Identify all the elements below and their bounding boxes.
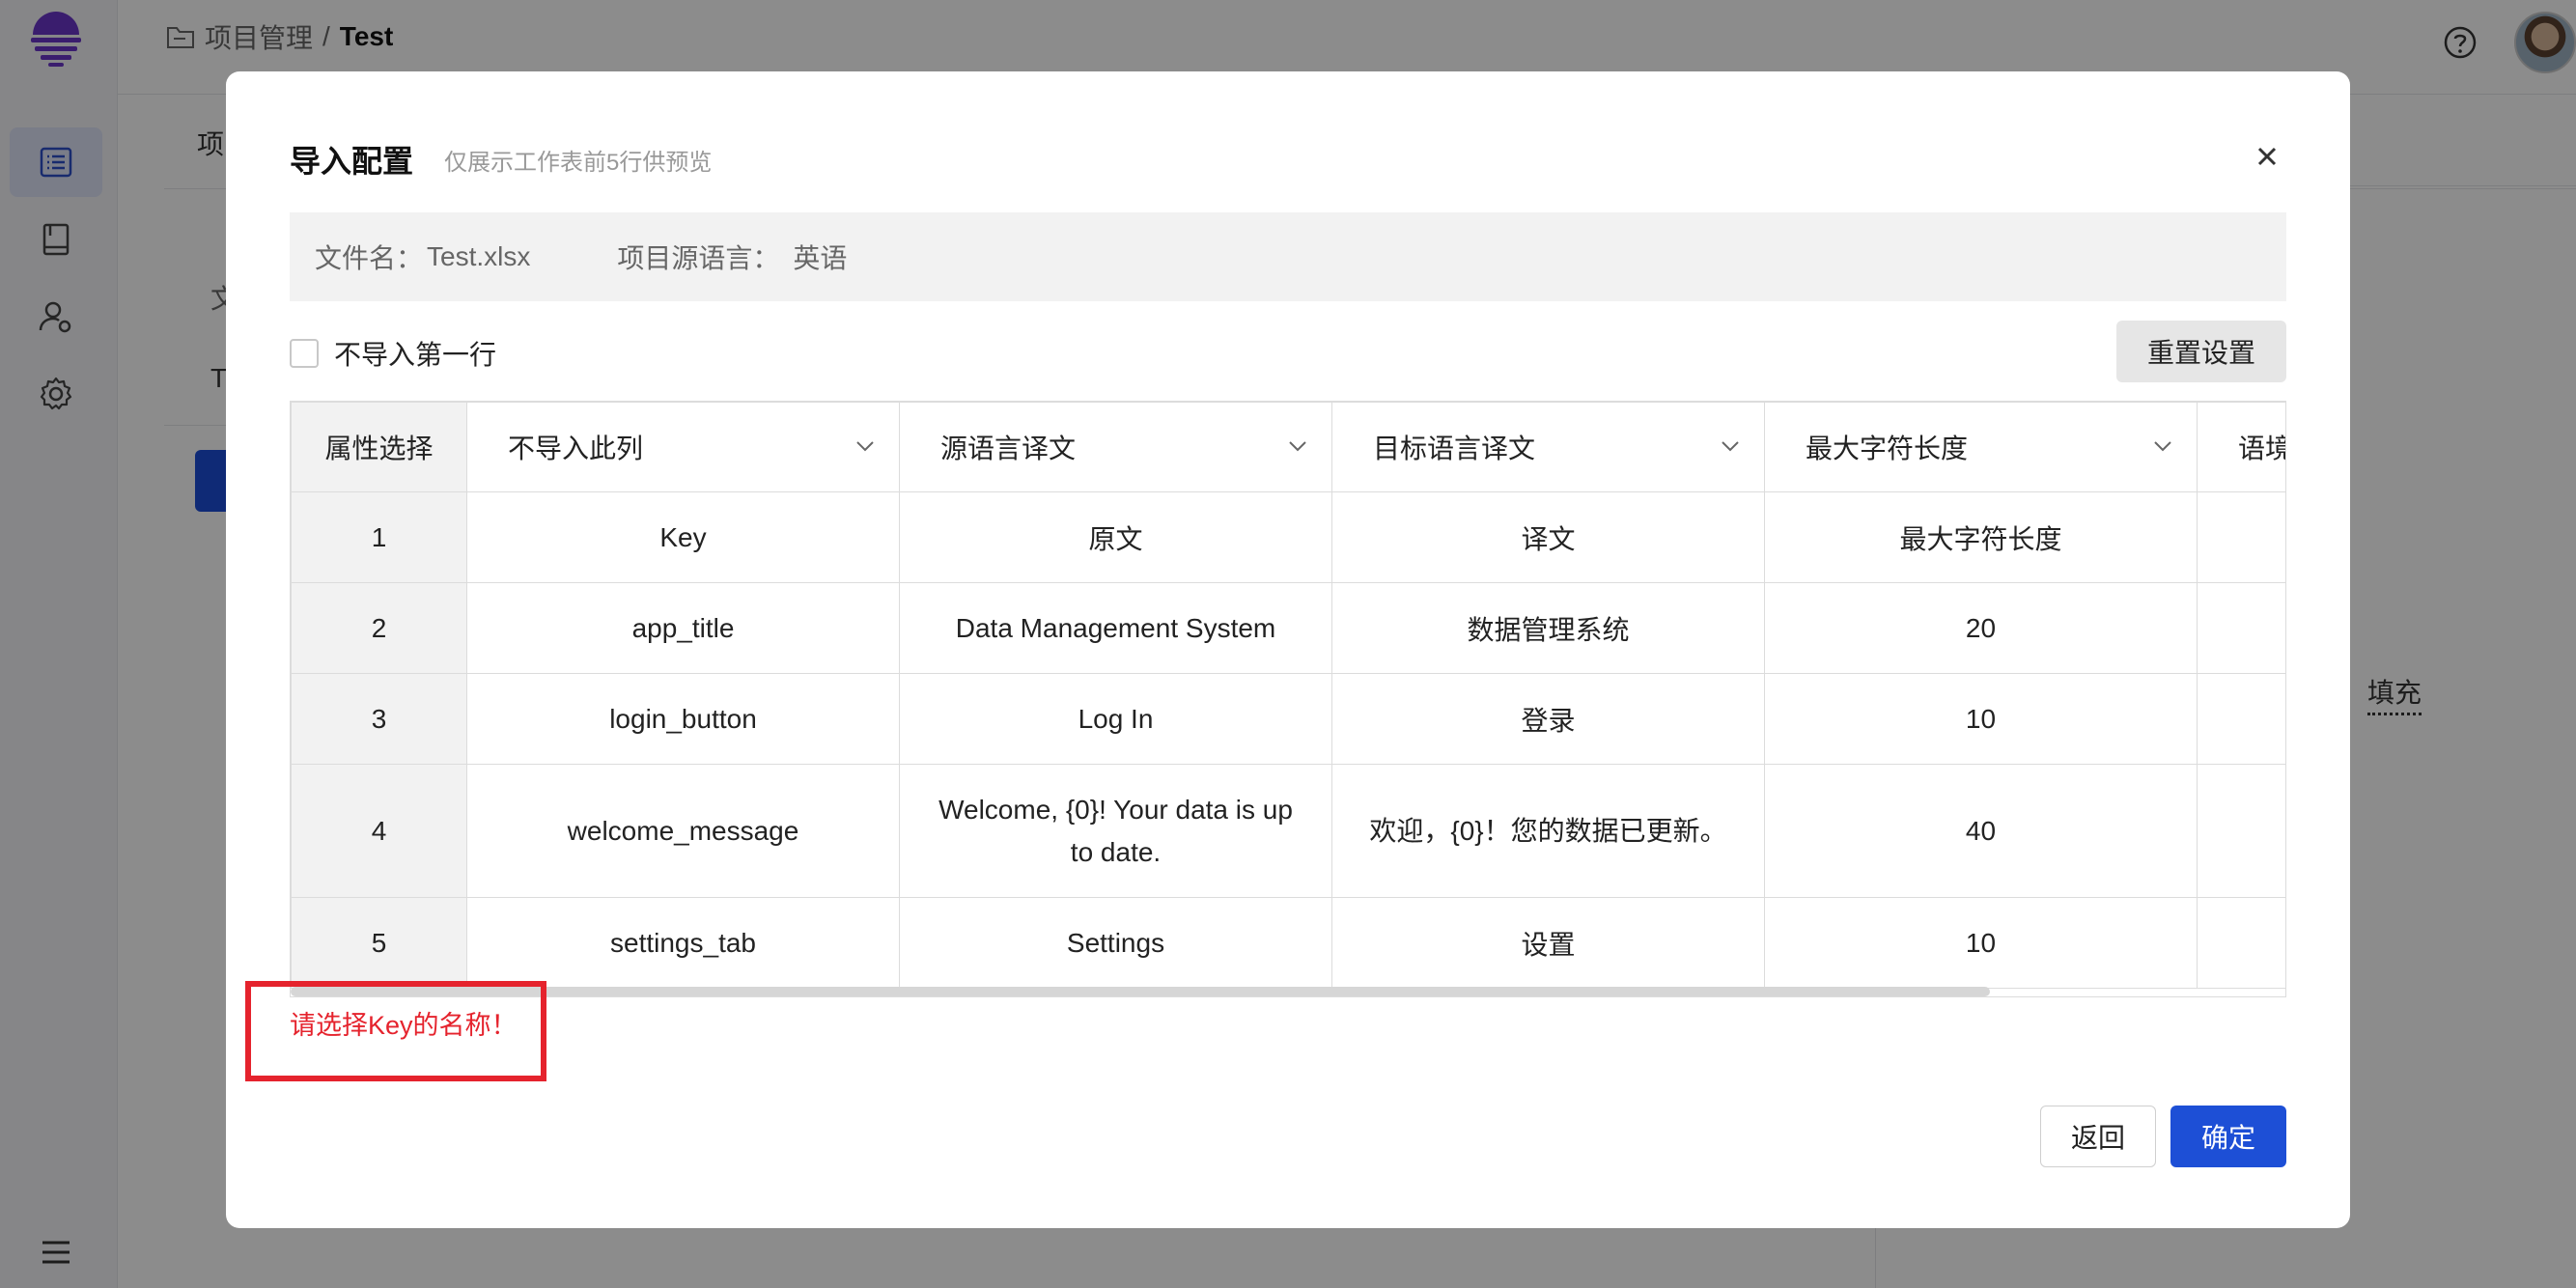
table-cell: 原文: [899, 491, 1332, 583]
source-language-label: 项目源语言：: [617, 243, 780, 273]
column-select-4[interactable]: 最大字符长度: [1764, 402, 2198, 492]
confirm-button[interactable]: 确定: [2170, 1106, 2286, 1167]
column-select-5[interactable]: 语境: [2197, 402, 2285, 492]
skip-first-row-checkbox[interactable]: [290, 339, 319, 368]
table-cell: 40: [1764, 764, 2198, 898]
file-name-label: 文件名：: [315, 243, 424, 273]
chevron-down-icon: [1289, 441, 1306, 452]
file-info-bar: 文件名： Test.xlsx 项目源语言： 英语: [290, 212, 2286, 301]
close-icon[interactable]: [2252, 141, 2282, 172]
table-cell: Log In: [899, 673, 1332, 765]
table-cell: [2197, 582, 2285, 674]
row-index: 1: [291, 491, 467, 583]
column-select-row: 属性选择 不导入此列 源语言译文 目标语言译文 最大字符长度 语境: [291, 402, 2285, 492]
table-row: 2 app_title Data Management System 数据管理系…: [291, 582, 2285, 674]
table-cell: 登录: [1331, 673, 1765, 765]
table-cell: 欢迎，{0}！您的数据已更新。: [1331, 764, 1765, 898]
table-cell: [2197, 764, 2285, 898]
import-config-dialog: 导入配置 仅展示工作表前5行供预览 文件名： Test.xlsx 项目源语言： …: [226, 71, 2350, 1228]
row-index: 2: [291, 582, 467, 674]
table-row: 3 login_button Log In 登录 10: [291, 673, 2285, 765]
row-index: 5: [291, 897, 467, 989]
column-select-value: 源语言译文: [940, 434, 1077, 463]
table-cell: Data Management System: [899, 582, 1332, 674]
table-cell: 设置: [1331, 897, 1765, 989]
reset-settings-button[interactable]: 重置设置: [2116, 321, 2286, 382]
skip-first-row-label: 不导入第一行: [334, 340, 497, 370]
table-cell: 20: [1764, 582, 2198, 674]
row-index: 3: [291, 673, 467, 765]
column-select-value: 语境: [2238, 434, 2285, 463]
table-row: 5 settings_tab Settings 设置 10: [291, 897, 2285, 989]
dialog-subtitle: 仅展示工作表前5行供预览: [444, 150, 713, 176]
chevron-down-icon: [1722, 441, 1739, 452]
table-cell: [2197, 673, 2285, 765]
table-cell: settings_tab: [466, 897, 900, 989]
preview-table: 属性选择 不导入此列 源语言译文 目标语言译文 最大字符长度 语境 1 Key …: [290, 401, 2286, 997]
table-cell: Key: [466, 491, 900, 583]
table-cell: [2197, 491, 2285, 583]
table-cell: app_title: [466, 582, 900, 674]
column-select-value: 最大字符长度: [1806, 434, 1969, 463]
table-row: 4 welcome_message Welcome, {0}! Your dat…: [291, 764, 2285, 898]
file-name-value: Test.xlsx: [427, 241, 531, 271]
table-cell: Welcome, {0}! Your data is up to date.: [899, 764, 1332, 898]
table-cell: login_button: [466, 673, 900, 765]
chevron-down-icon: [856, 441, 874, 452]
table-cell: 10: [1764, 673, 2198, 765]
source-language-value: 英语: [793, 243, 848, 273]
table-cell: 数据管理系统: [1331, 582, 1765, 674]
table-cell: 最大字符长度: [1764, 491, 2198, 583]
column-select-1[interactable]: 不导入此列: [466, 402, 900, 492]
table-cell: 译文: [1331, 491, 1765, 583]
table-cell: [2197, 897, 2285, 989]
column-select-value: 目标语言译文: [1373, 434, 1536, 463]
column-select-2[interactable]: 源语言译文: [899, 402, 1332, 492]
table-cell: welcome_message: [466, 764, 900, 898]
column-select-3[interactable]: 目标语言译文: [1331, 402, 1765, 492]
table-cell: Settings: [899, 897, 1332, 989]
table-row: 1 Key 原文 译文 最大字符长度: [291, 491, 2285, 583]
dialog-title: 导入配置: [290, 144, 414, 179]
back-button[interactable]: 返回: [2040, 1106, 2156, 1167]
column-select-value: 不导入此列: [508, 434, 644, 463]
attribute-select-header: 属性选择: [291, 402, 467, 492]
skip-first-row-option[interactable]: 不导入第一行: [290, 334, 496, 373]
chevron-down-icon: [2154, 441, 2171, 452]
error-message: 请选择Key的名称！: [290, 1011, 518, 1040]
table-cell: 10: [1764, 897, 2198, 989]
row-index: 4: [291, 764, 467, 898]
